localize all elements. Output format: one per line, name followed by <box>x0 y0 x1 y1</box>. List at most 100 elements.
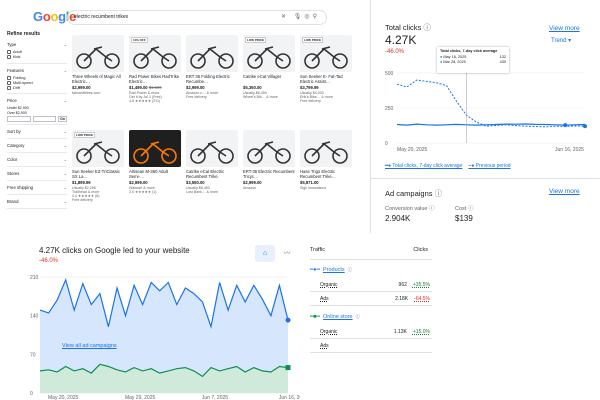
store-view-button[interactable]: ⌂ <box>255 245 275 262</box>
filter-section: Free shipping ⌄ <box>7 181 67 196</box>
product-title[interactable]: Three Wheels of Magic All Electric… <box>72 74 125 84</box>
filter-section: Sort by ⌄ <box>7 125 67 140</box>
product-card[interactable]: Three Wheels of Magic All Electric… $2,99… <box>72 35 125 95</box>
cost-value: $139 <box>455 214 473 223</box>
product-title[interactable]: Catrike eCat Villager <box>243 74 296 84</box>
ad-view-more-link[interactable]: View more <box>549 188 580 195</box>
filter-label: Category <box>7 143 25 149</box>
product-delivery: Lost Bank… & more <box>186 190 219 194</box>
trend-dropdown[interactable]: Trend ▾ <box>551 37 571 44</box>
checkbox-icon <box>7 86 11 91</box>
search-input[interactable]: electric recumbent trikes ✕ 🎙◎⚲ <box>67 10 327 25</box>
trend-view-button[interactable]: 〰 <box>278 245 296 262</box>
price-value: $5,350.00 <box>243 85 262 90</box>
view-more-link[interactable]: View more <box>549 25 580 32</box>
product-image[interactable] <box>129 130 181 167</box>
product-price: $2,999.00 <box>72 85 125 90</box>
product-image[interactable]: LOW PRICE <box>300 35 352 72</box>
filter-header[interactable]: Sort by ⌄ <box>7 127 67 136</box>
product-image[interactable] <box>186 35 238 72</box>
product-title[interactable]: Sun Seeker E- Fat-Tad Electric Assist… <box>300 74 353 84</box>
product-image[interactable]: 11% OFF <box>129 35 181 72</box>
chevron-down-icon: ⌄ <box>63 157 67 163</box>
help-icon[interactable]: ⓘ <box>356 314 361 320</box>
product-title[interactable]: ERT 36 Folding Electric Recumbe… <box>186 74 239 84</box>
filter-header[interactable]: Price ⌄ <box>7 96 67 105</box>
filter-header[interactable]: Category ⌄ <box>7 141 67 150</box>
product-card[interactable]: LOW PRICE Sun Seeker EZ-TriClassic SX La…… <box>72 130 125 202</box>
product-title[interactable]: Sun Seeker EZ-TriClassic SX La… <box>72 169 125 179</box>
product-image[interactable] <box>72 35 124 72</box>
filter-header[interactable]: Type ⌄ <box>7 40 67 49</box>
clear-icon[interactable]: ✕ <box>281 14 289 20</box>
product-card[interactable]: ERT-36 Electric Recumbent Tricyc… $2,999.… <box>243 130 296 190</box>
filter-header[interactable]: Color ⌄ <box>7 155 67 164</box>
product-card[interactable]: LOW PRICE Catrike eCat Villager $5,350.00 U… <box>243 35 296 99</box>
camera-icon[interactable]: ◎ <box>304 14 312 20</box>
previous-period-line <box>396 79 586 128</box>
traffic-row-label: Ads <box>320 343 329 349</box>
filter-header[interactable]: Brand ⌄ <box>7 197 67 206</box>
help-icon[interactable]: ⓘ <box>348 267 353 273</box>
help-icon[interactable]: ⓘ <box>429 206 435 212</box>
price-value: $2,999.00 <box>129 180 148 185</box>
traffic-clicks: 962 <box>398 282 407 288</box>
y-tick-label: 250 <box>385 106 394 112</box>
search-icon[interactable]: ⚲ <box>313 14 320 20</box>
dashed-end-point <box>583 124 587 129</box>
product-card[interactable]: LOW PRICE Sun Seeker E- Fat-Tad Electric … <box>300 35 353 103</box>
traffic-section-header[interactable]: ━●━ Products ⓘ <box>310 267 352 273</box>
price-max-input[interactable] <box>32 116 57 123</box>
product-title[interactable]: ERT-36 Electric Recumbent Tricyc… <box>243 169 296 179</box>
filter-checkbox[interactable]: Adult <box>7 50 67 55</box>
filter-checkbox[interactable]: Folding <box>7 75 67 80</box>
traffic-row: Organic 1.13K +15.0% <box>320 329 430 335</box>
filter-label: Stores <box>7 171 20 177</box>
legend-current[interactable]: ━● Total clicks, 7-day click average <box>385 163 462 169</box>
divider <box>310 352 432 353</box>
filter-checkbox[interactable]: Kids <box>7 55 67 60</box>
filter-checkbox[interactable]: Drift <box>7 86 67 91</box>
mic-icon[interactable]: 🎙 <box>294 14 305 20</box>
series-end-point <box>285 317 291 323</box>
product-title[interactable]: Hase Trigo Electric Recumbent Trike… <box>300 169 353 179</box>
product-merchant: Amazon <box>243 186 257 190</box>
product-card[interactable]: Artisean M-360 Adult Semi-… $2,999.00 Walm… <box>129 130 182 194</box>
product-card[interactable]: Hase Trigo Electric Recumbent Trike… $5,8… <box>300 130 353 190</box>
product-delivery: 3.0 ★★★★★ (1) <box>129 190 157 194</box>
price-min-input[interactable] <box>7 116 31 123</box>
legend-previous[interactable]: ┄● Previous period <box>468 163 510 169</box>
help-icon[interactable]: ⓘ <box>468 206 474 212</box>
filter-checkbox[interactable]: Multi-speed <box>7 80 67 85</box>
product-card[interactable]: ERT 36 Folding Electric Recumbe… $2,999.0… <box>186 35 239 99</box>
product-image[interactable] <box>186 130 238 167</box>
filter-header[interactable]: Features ⌄ <box>7 66 67 75</box>
product-image[interactable]: LOW PRICE <box>243 35 295 72</box>
product-title[interactable]: Artisean M-360 Adult Semi-… <box>129 169 182 179</box>
product-title[interactable]: Rad Power Bikes RadTrike Electric… <box>129 74 182 84</box>
product-image[interactable]: LOW PRICE <box>72 130 124 167</box>
product-badge: LOW PRICE <box>74 132 95 138</box>
chart-change: -46.0% <box>39 258 59 264</box>
product-card[interactable]: 11% OFF Rad Power Bikes RadTrike Electric… <box>129 35 182 103</box>
help-icon[interactable]: ⓘ <box>423 23 431 32</box>
filter-header[interactable]: Free shipping ⌄ <box>7 183 67 192</box>
price-go-button[interactable]: Go <box>58 116 67 123</box>
price-option[interactable]: Over $2,900 <box>7 111 67 115</box>
y-tick-label: 70 <box>30 352 36 358</box>
filter-header[interactable]: Stores ⌄ <box>7 169 67 178</box>
checkbox-icon <box>7 80 11 85</box>
price-option[interactable]: Under $2,900 <box>7 106 67 110</box>
view-all-campaigns-link[interactable]: View all ad campaigns <box>62 343 117 349</box>
product-title[interactable]: Catrike eCat Electric Recumbent Trike <box>186 169 239 179</box>
product-image[interactable] <box>300 130 352 167</box>
product-card[interactable]: Catrike eCat Electric Recumbent Trike $3,… <box>186 130 239 194</box>
help-icon[interactable]: ⓘ <box>435 189 443 198</box>
product-delivery: Free delivery <box>186 95 207 99</box>
traffic-table: Traffic Clicks ━●━ Products ⓘ Organic 962 +35… <box>300 233 440 400</box>
product-image[interactable] <box>243 130 295 167</box>
traffic-section-header[interactable]: ━■━ Online store ⓘ <box>310 314 360 320</box>
tooltip-value: 430 <box>499 60 506 64</box>
filter-option-label: Multi-speed <box>13 80 33 85</box>
traffic-header-label: Traffic <box>310 247 325 253</box>
